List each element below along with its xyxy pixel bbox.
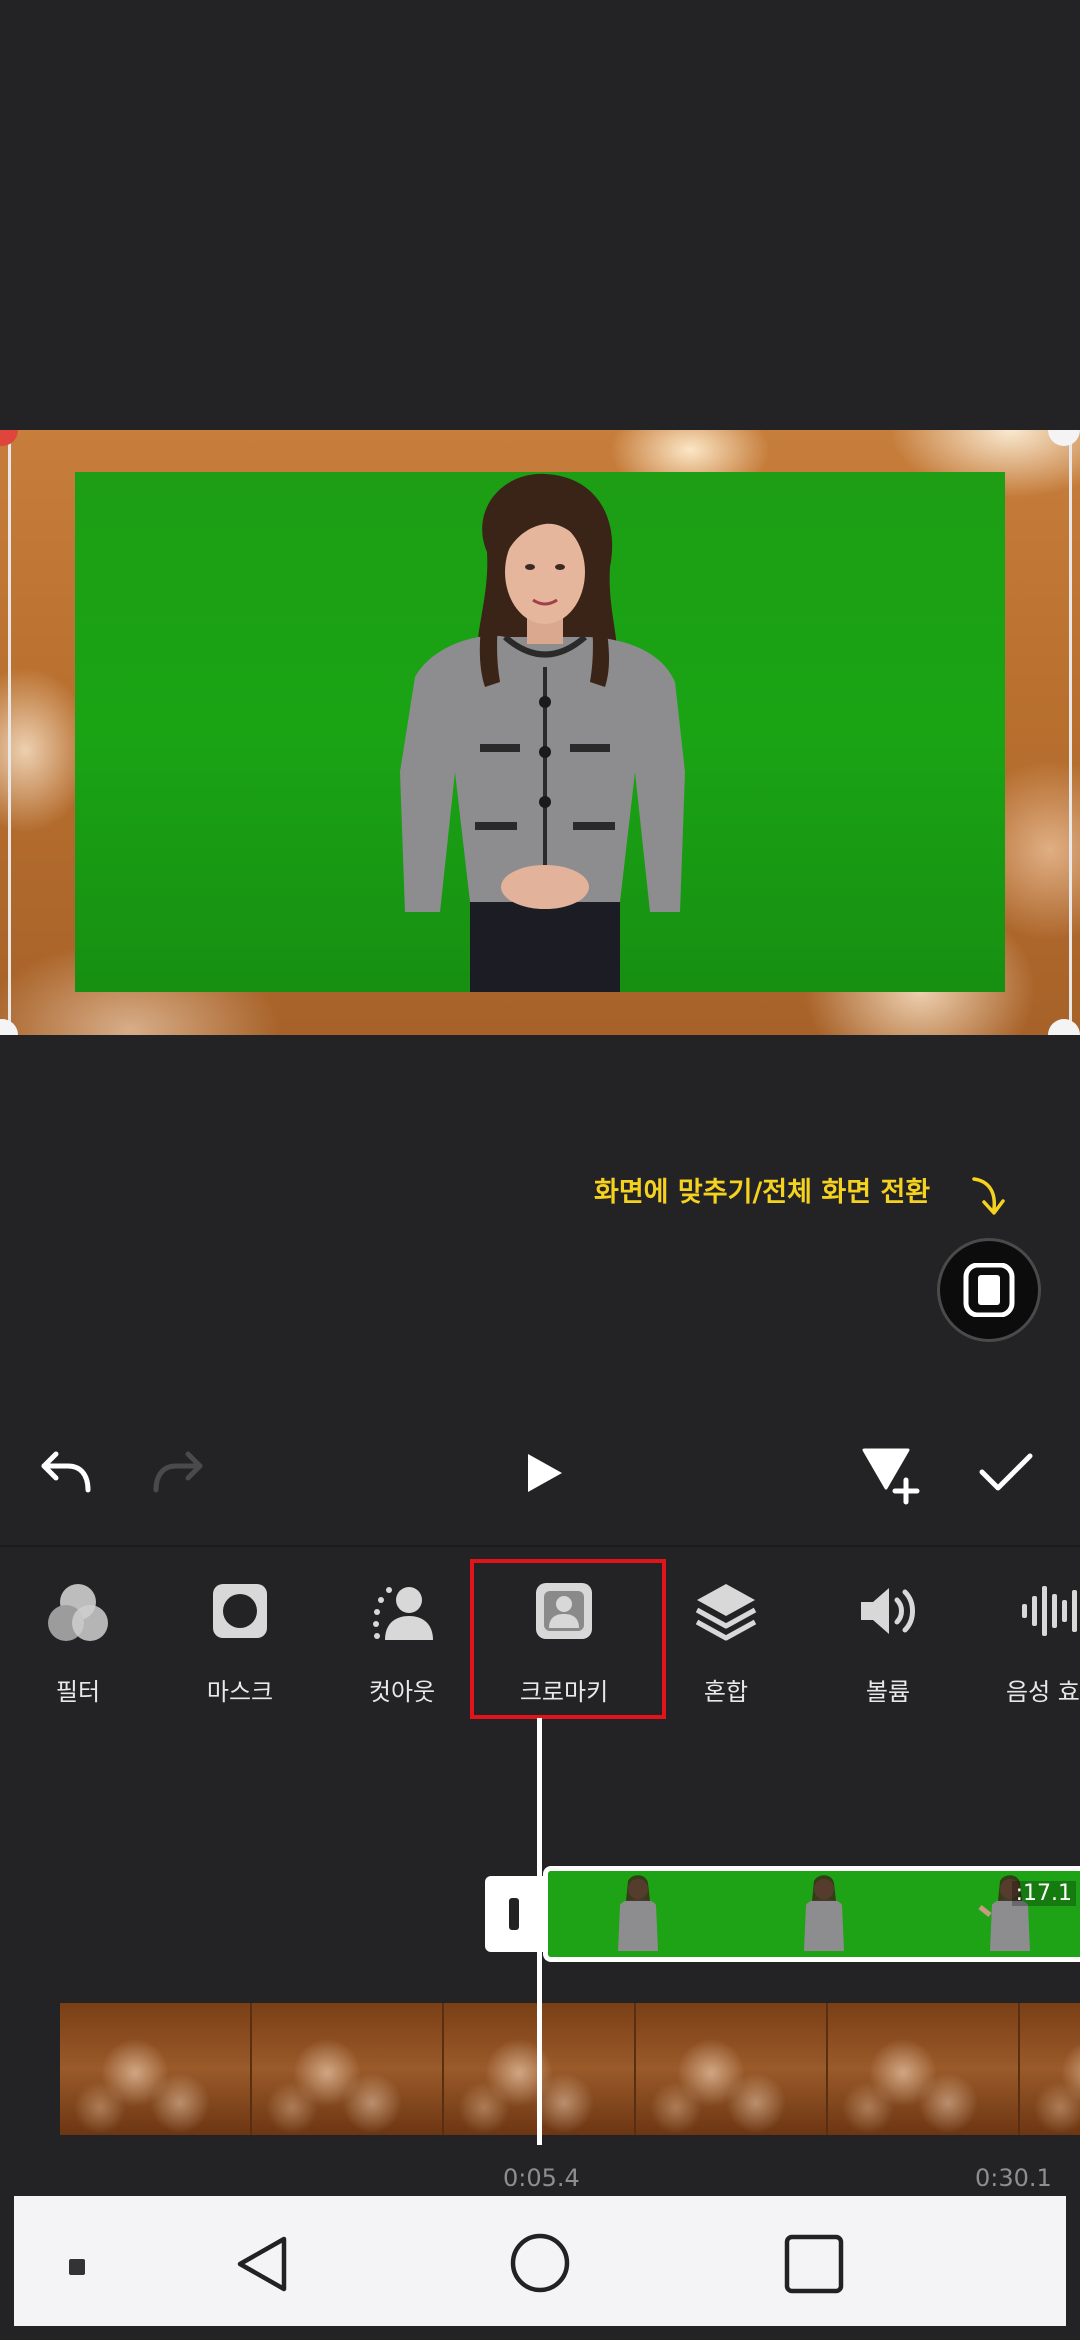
tool-cutout[interactable]: 컷아웃 [322, 1560, 482, 1730]
overlay-video-layer[interactable] [75, 472, 1005, 992]
curved-arrow-down-icon [972, 1177, 1005, 1215]
cutout-icon [373, 1587, 433, 1640]
toolbar-divider [0, 1545, 1080, 1547]
tool-label: 볼륨 [865, 1678, 911, 1706]
clip-thumbnail [734, 1871, 920, 1957]
filter-icon [48, 1584, 108, 1641]
clip-duration: :17.1 [1011, 1881, 1076, 1906]
tool-volume[interactable]: 볼륨 [808, 1560, 968, 1730]
fit-screen-toggle-button[interactable] [937, 1238, 1041, 1342]
person-in-video [400, 473, 685, 992]
blend-icon [695, 1584, 757, 1641]
fit-screen-hint: 화면에 맞추기/전체 화면 전환 [594, 1177, 931, 1208]
top-right-handle[interactable] [1048, 430, 1080, 446]
top-left-handle[interactable] [0, 430, 18, 446]
clip-thumbnail [548, 1871, 734, 1957]
volume-icon [861, 1588, 915, 1634]
background-thumbnail [636, 2003, 828, 2135]
tool-label: 음성 효 [1006, 1678, 1080, 1706]
system-navigation-bar [14, 2196, 1066, 2326]
background-thumbnail [828, 2003, 1020, 2135]
background-thumbnail [1020, 2003, 1080, 2135]
tool-label: 혼합 [703, 1678, 749, 1706]
trim-grip [509, 1898, 519, 1930]
total-time: 0:30.1 [975, 2164, 1052, 2192]
square-small-icon[interactable] [68, 2258, 86, 2276]
mask-icon [213, 1584, 267, 1638]
bottom-right-handle[interactable] [1048, 1019, 1080, 1035]
current-time: 0:05.4 [503, 2164, 580, 2192]
tool-voice-effect[interactable]: 음성 효 [970, 1560, 1080, 1730]
background-video-track[interactable] [60, 2003, 1080, 2135]
bottom-left-handle[interactable] [0, 1019, 18, 1035]
tool-filter[interactable]: 필터 [0, 1560, 158, 1730]
voice-effect-icon [1022, 1586, 1077, 1636]
video-editor-screen: 화면에 맞추기/전체 화면 전환 필터 마스크 컷아웃 크로마키 혼합 볼륨 음… [0, 0, 1080, 2340]
checkmark-icon[interactable] [978, 1450, 1034, 1494]
tool-label: 마스크 [206, 1678, 274, 1706]
undo-icon[interactable] [38, 1448, 94, 1496]
video-preview[interactable] [0, 430, 1080, 1035]
back-triangle-icon[interactable] [234, 2234, 290, 2294]
clip-trim-handle[interactable] [485, 1876, 543, 1952]
preview-left-edge [8, 430, 11, 1035]
recents-square-icon[interactable] [784, 2234, 844, 2294]
background-thumbnail [252, 2003, 444, 2135]
fit-screen-icon [963, 1263, 1015, 1317]
preview-right-edge [1069, 430, 1072, 1035]
overlay-clip[interactable]: :17.1 [543, 1866, 1080, 1962]
tool-mask[interactable]: 마스크 [160, 1560, 320, 1730]
tool-label: 필터 [55, 1678, 101, 1706]
tool-blend[interactable]: 혼합 [646, 1560, 806, 1730]
chroma-key-highlight [470, 1559, 666, 1719]
tool-label: 컷아웃 [368, 1678, 436, 1706]
play-icon[interactable] [524, 1450, 566, 1496]
playhead[interactable] [537, 1718, 542, 2145]
add-keyframe-icon[interactable] [860, 1444, 922, 1506]
redo-icon[interactable] [150, 1448, 206, 1496]
home-circle-icon[interactable] [509, 2232, 571, 2294]
background-thumbnail [60, 2003, 252, 2135]
